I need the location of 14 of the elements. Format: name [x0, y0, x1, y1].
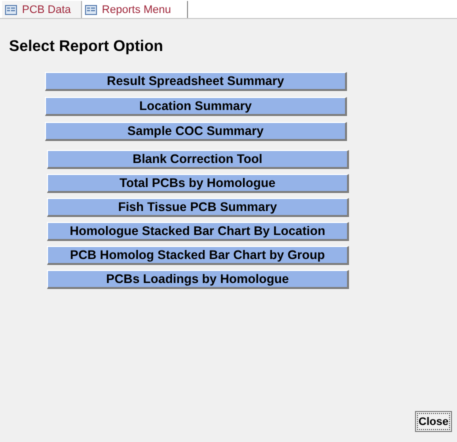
- report-button[interactable]: Location Summary: [45, 97, 347, 116]
- tab[interactable]: PCB Data: [2, 1, 82, 18]
- close-button[interactable]: Close: [415, 411, 452, 432]
- form-icon: [5, 4, 17, 14]
- form-title: Select Report Option: [9, 38, 164, 56]
- report-button[interactable]: Blank Correction Tool: [47, 150, 349, 169]
- report-button[interactable]: Fish Tissue PCB Summary: [47, 198, 349, 217]
- report-button[interactable]: PCBs Loadings by Homologue: [47, 270, 349, 289]
- report-button[interactable]: PCB Homolog Stacked Bar Chart by Group: [47, 246, 349, 265]
- report-button[interactable]: Total PCBs by Homologue: [47, 174, 349, 193]
- report-button[interactable]: Homologue Stacked Bar Chart By Location: [47, 222, 349, 241]
- report-button[interactable]: Result Spreadsheet Summary: [45, 72, 347, 91]
- report-button[interactable]: Sample COC Summary: [45, 122, 347, 141]
- form-icon: [84, 4, 97, 14]
